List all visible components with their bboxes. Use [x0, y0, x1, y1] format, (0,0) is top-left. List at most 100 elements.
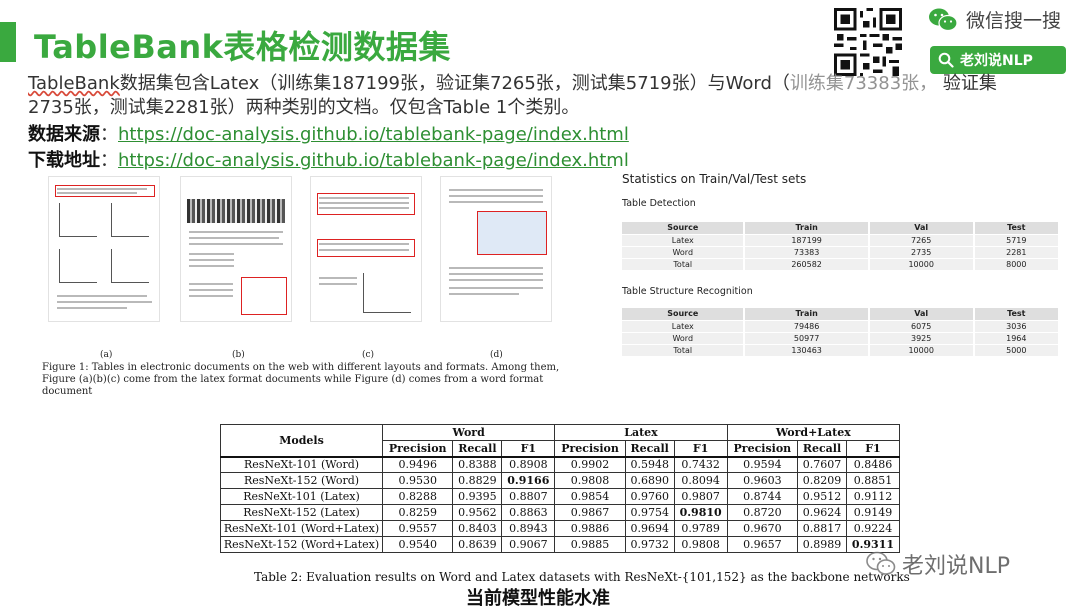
- metric-value-cell: 0.9603: [726, 472, 799, 489]
- table-cell: 5000: [973, 344, 1061, 357]
- model-name-cell: ResNeXt-152 (Latex): [220, 504, 383, 521]
- table-cell: 2735: [868, 246, 975, 259]
- table-cell: 130463: [744, 344, 870, 357]
- metric-value-cell: 0.9807: [673, 488, 728, 505]
- watermark-text: 老刘说NLP: [902, 554, 1010, 579]
- model-name-cell: ResNeXt-152 (Word): [220, 472, 383, 489]
- metric-value-cell: 0.5948: [624, 455, 675, 473]
- model-name-cell: ResNeXt-101 (Word+Latex): [220, 520, 383, 537]
- table-header-row: Models Word Latex Word+Latex: [220, 424, 901, 457]
- data-source-link[interactable]: https://doc-analysis.github.io/tablebank…: [118, 124, 629, 145]
- title-accent-bar: [0, 22, 16, 62]
- metric-value-cell: 0.8817: [797, 520, 847, 537]
- slide-title: TableBank表格检测数据集: [34, 28, 451, 66]
- table-row: Latex 79486 6075 3036: [622, 320, 1061, 333]
- metric-value-cell: 0.9760: [624, 488, 675, 505]
- metric-value-cell: 0.9166: [501, 472, 556, 489]
- wechat-search-brand-text: 微信搜一搜: [966, 10, 1062, 32]
- table-cell: Latex: [622, 320, 746, 333]
- table-cell: Total: [622, 344, 746, 357]
- metric-value-cell: 0.9854: [554, 488, 626, 505]
- table-row: ResNeXt-101 (Word+Latex) 0.9557 0.8403 0.89…: [220, 520, 901, 537]
- metric-value-cell: 0.8989: [797, 536, 847, 553]
- metric-value-cell: 0.8403: [452, 520, 503, 537]
- metric-value-cell: 0.9789: [673, 520, 728, 537]
- detection-subtitle: Table Detection: [622, 198, 696, 209]
- table-row: ResNeXt-152 (Latex) 0.8259 0.9562 0.8863 0.9…: [220, 504, 901, 521]
- wechat-brand: 微信搜一搜: [928, 6, 1061, 33]
- metric-value-cell: 0.8807: [501, 488, 556, 505]
- intro-dataset-name: TableBank: [28, 73, 120, 94]
- metric-value-cell: 0.8720: [726, 504, 799, 521]
- metric-header: F1: [845, 440, 901, 457]
- table-row: ResNeXt-152 (Word+Latex) 0.9540 0.8639 0.90…: [220, 536, 901, 553]
- stats-title: Statistics on Train/Val/Test sets: [622, 172, 807, 186]
- metric-value-cell: 0.9496: [381, 455, 454, 473]
- evaluation-panel: Models Word Latex Word+Latex Precision R…: [214, 402, 916, 602]
- table-cell: 7265: [868, 234, 975, 247]
- group-header-word: Word: [381, 424, 556, 441]
- column-header: Val: [868, 222, 975, 235]
- metric-value-cell: 0.9902: [554, 455, 626, 473]
- table-row: Latex 187199 7265 5719: [622, 234, 1061, 247]
- metric-value-cell: 0.9562: [452, 504, 503, 521]
- metric-value-cell: 0.8943: [501, 520, 556, 537]
- model-performance-label: 当前模型性能水准: [466, 588, 610, 606]
- model-name-cell: ResNeXt-152 (Word+Latex): [220, 536, 383, 553]
- table-cell: 73383: [744, 246, 870, 259]
- metric-value-cell: 0.8863: [501, 504, 556, 521]
- intro-text-1: 数据集包含Latex（训练集187199张，验证集7265张，测试集5719张）…: [119, 73, 790, 94]
- metric-value-cell: 0.9540: [381, 536, 454, 553]
- download-line: 下载地址：https://doc-analysis.github.io/tabl…: [28, 150, 629, 171]
- metric-value-cell: 0.9149: [845, 504, 901, 521]
- table-cell: 2281: [973, 246, 1061, 259]
- table-cell: 79486: [744, 320, 870, 333]
- table2-caption: Table 2: Evaluation results on Word and …: [254, 570, 910, 584]
- table-cell: Total: [622, 258, 746, 271]
- metric-value-cell: 0.9670: [726, 520, 799, 537]
- table-cell: Word: [622, 332, 746, 345]
- metric-header: F1: [673, 440, 728, 457]
- metric-value-cell: 0.8388: [452, 455, 503, 473]
- metric-header: Precision: [726, 440, 799, 457]
- metric-value-cell: 0.8209: [797, 472, 847, 489]
- metric-value-cell: 0.9224: [845, 520, 901, 537]
- model-name-cell: ResNeXt-101 (Word): [220, 455, 383, 473]
- metric-value-cell: 0.9694: [624, 520, 675, 537]
- download-label: 下载地址: [28, 150, 100, 171]
- table-header-row: Source Train Val Test: [622, 308, 1061, 321]
- metric-header: Precision: [381, 440, 454, 457]
- table-cell: Word: [622, 246, 746, 259]
- table-row: Word 73383 2735 2281: [622, 246, 1061, 259]
- metric-value-cell: 0.8259: [381, 504, 454, 521]
- metric-value-cell: 0.7432: [673, 455, 728, 473]
- table-cell: 5719: [973, 234, 1061, 247]
- stats-panel: Statistics on Train/Val/Test sets Table …: [612, 166, 1074, 370]
- wechat-search-button[interactable]: 老刘说NLP: [930, 46, 1066, 74]
- metric-value-cell: 0.9594: [726, 455, 799, 473]
- metric-value-cell: 0.8639: [452, 536, 503, 553]
- evaluation-table: Models Word Latex Word+Latex Precision R…: [220, 424, 901, 553]
- search-pill-label: 老刘说NLP: [960, 53, 1033, 69]
- table-cell: 10000: [868, 344, 975, 357]
- doc-thumbnail-b: [180, 176, 292, 322]
- metric-value-cell: 0.9557: [381, 520, 454, 537]
- metric-value-cell: 0.8851: [845, 472, 901, 489]
- metric-value-cell: 0.7607: [797, 455, 847, 473]
- table-row: Word 50977 3925 1964: [622, 332, 1061, 345]
- structure-stats-table: Source Train Val Test Latex 79486 6075 3…: [622, 308, 1061, 357]
- table-cell: 187199: [744, 234, 870, 247]
- table-row: ResNeXt-101 (Latex) 0.8288 0.9395 0.8807 0.9…: [220, 488, 901, 505]
- metric-value-cell: 0.9067: [501, 536, 556, 553]
- metric-header: F1: [501, 440, 556, 457]
- download-link[interactable]: https://doc-analysis.github.io/tablebank…: [118, 150, 629, 171]
- column-header: Test: [973, 222, 1061, 235]
- metric-value-cell: 0.9808: [554, 472, 626, 489]
- metric-value-cell: 0.8094: [673, 472, 728, 489]
- table-cell: 10000: [868, 258, 975, 271]
- data-source-line: 数据来源：https://doc-analysis.github.io/tabl…: [28, 124, 629, 145]
- column-header: Test: [973, 308, 1061, 321]
- metric-value-cell: 0.8744: [726, 488, 799, 505]
- column-header: Source: [622, 222, 746, 235]
- table-header-row: Source Train Val Test: [622, 222, 1061, 235]
